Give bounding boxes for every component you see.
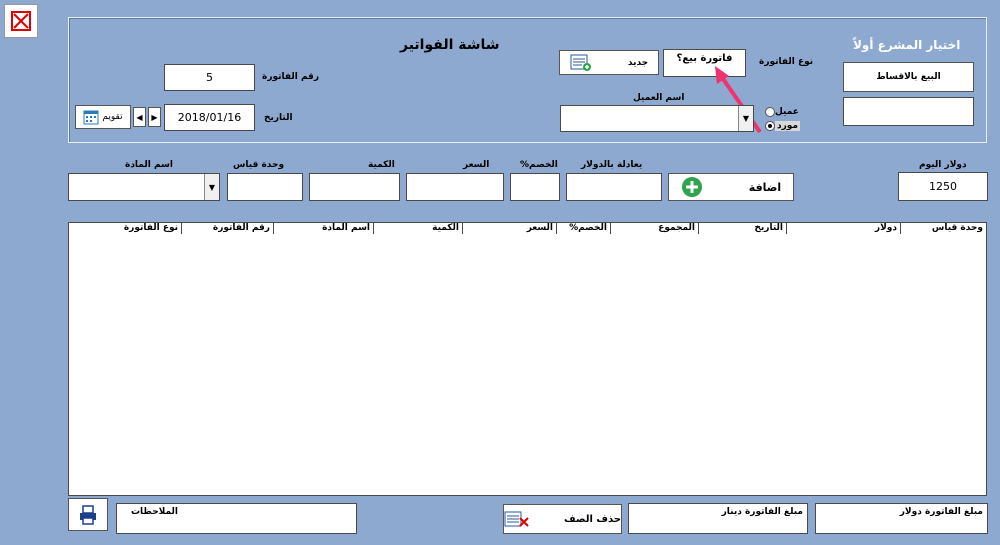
project-info-field[interactable] [843,97,974,126]
grid-col-quantity: الكمية [373,223,462,234]
radio-supplier[interactable]: مورد [762,121,801,131]
quantity-label: الكمية [368,160,395,170]
item-name-label: اسم المادة [125,160,173,170]
grid-col-price: السعر [462,223,556,234]
discount-field[interactable] [510,173,560,201]
total-dinar-field[interactable]: مبلغ الفاتورة دينار [628,503,808,534]
print-button[interactable] [68,498,108,531]
unit-field[interactable] [227,173,303,201]
chevron-down-icon[interactable]: ▼ [204,174,219,200]
add-button[interactable]: اضافة [668,173,794,201]
date-prev-button[interactable]: ◀ [133,107,146,127]
radio-empty-icon [765,107,775,117]
calendar-icon [83,110,99,125]
total-dinar-label: مبلغ الفاتورة دينار [721,507,803,517]
notes-field[interactable]: الملاحظات [116,503,357,534]
new-label: جديد [627,57,649,68]
radio-selected-icon [765,121,775,131]
total-usd-label: مبلغ الفاتورة دولار [899,507,983,517]
installment-sale-label: البيع بالاقساط [876,72,941,82]
price-label: السعر [463,160,490,170]
radio-customer-label: عميل [775,107,799,117]
radio-supplier-label: مورد [775,121,801,131]
grid-col-invoice-number: رقم الفاتورة [181,223,273,234]
calendar-label: تقويم [102,112,123,122]
dollar-today-field[interactable]: 1250 [898,172,988,201]
discount-label: الخصم% [520,160,558,170]
grid-col-unit: وحدة قياس [900,223,986,234]
date-label: التاريخ [264,113,293,123]
items-grid[interactable] [68,234,987,496]
grid-col-total: المجموع [610,223,698,234]
customer-combo[interactable]: ▼ [560,105,754,132]
item-name-combo[interactable]: ▼ [68,173,220,201]
notes-label: الملاحظات [131,507,179,517]
new-document-icon [570,54,591,71]
new-invoice-button[interactable]: جديد [559,50,659,75]
installment-sale-button[interactable]: البيع بالاقساط [843,62,974,92]
grid-col-discount: الخصم% [556,223,610,234]
add-plus-icon [681,177,702,197]
radio-customer[interactable]: عميل [762,107,799,117]
total-usd-field[interactable]: مبلغ الفاتورة دولار [815,503,988,534]
grid-col-item-name: اسم المادة [273,223,373,234]
project-prompt: اختيار المشرع أولاً [853,38,961,52]
next-arrow-icon: ▶ [151,112,158,122]
grid-col-date: التاريخ [698,223,786,234]
delete-row-button[interactable]: حذف الصف [503,504,622,534]
prev-arrow-icon: ◀ [136,112,143,122]
calendar-button[interactable]: تقويم [75,105,131,129]
price-field[interactable] [406,173,504,201]
close-icon[interactable] [4,4,38,38]
delete-row-icon [504,511,529,527]
date-next-button[interactable]: ▶ [148,107,161,127]
usd-equivalent-field[interactable] [566,173,662,201]
add-label: اضافة [748,180,782,194]
printer-icon [80,504,96,525]
date-field[interactable]: 2018/01/16 [164,104,255,131]
grid-col-dollar: دولار [786,223,900,234]
quantity-field[interactable] [309,173,400,201]
invoice-number-field[interactable]: 5 [164,64,255,91]
invoice-number-label: رقم الفاتورة [262,72,320,82]
usd-equivalent-label: يعادلة بالدولار [581,160,643,170]
unit-label: وحدة قياس [233,160,285,170]
grid-col-invoice-type: نوع الفاتورة [123,223,178,233]
delete-row-label: حذف الصف [563,513,621,525]
page-title: شاشة الفواتير [400,37,500,53]
customer-name-label: اسم العميل [633,93,685,103]
chevron-down-icon[interactable]: ▼ [738,106,753,131]
dollar-today-label: دولار اليوم [919,160,967,170]
